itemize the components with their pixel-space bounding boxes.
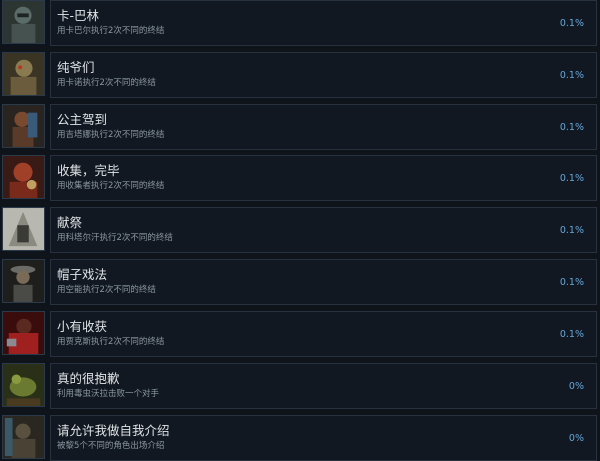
kabal-portrait-icon xyxy=(2,0,45,44)
achievement-panel: 小有收获 用贾克斯执行2次不同的终结 0.1% xyxy=(50,311,597,357)
kitana-portrait-icon xyxy=(2,104,45,148)
achievement-list: 卡-巴林 用卡巴尔执行2次不同的终结 0.1% 纯爷们 用卡诺执行2次不同的终结… xyxy=(0,0,600,461)
achievement-percent: 0% xyxy=(568,433,584,444)
achievement-title: 献祭 xyxy=(57,215,83,230)
achievement-title: 纯爷们 xyxy=(57,60,95,75)
achievement-title: 公主驾到 xyxy=(57,112,108,127)
achievement-percent: 0.1% xyxy=(559,329,584,340)
achievement-description: 用吉塔娜执行2次不同的终结 xyxy=(57,130,165,140)
achievement-panel: 公主驾到 用吉塔娜执行2次不同的终结 0.1% xyxy=(50,104,597,150)
achievement-percent: 0.1% xyxy=(559,277,584,288)
achievement-description: 被黎5个不同的角色出场介绍 xyxy=(57,441,165,451)
achievement-row-jax[interactable]: 小有收获 用贾克斯执行2次不同的终结 0.1% xyxy=(0,311,600,357)
achievement-row-kotal-kahn[interactable]: 献祭 用科塔尔汗执行2次不同的终结 0.1% xyxy=(0,207,600,253)
achievement-row-collector[interactable]: 收集，完毕 用收集者执行2次不同的终结 0.1% xyxy=(0,155,600,201)
achievement-title: 收集，完毕 xyxy=(57,163,120,178)
achievement-row-kano[interactable]: 纯爷们 用卡诺执行2次不同的终结 0.1% xyxy=(0,52,600,98)
achievement-title: 卡-巴林 xyxy=(57,8,100,23)
achievement-percent: 0.1% xyxy=(559,225,584,236)
achievement-description: 用收集者执行2次不同的终结 xyxy=(57,181,165,191)
jax-portrait-icon xyxy=(2,311,45,355)
bug-brutality-icon xyxy=(2,363,45,407)
achievement-panel: 纯爷们 用卡诺执行2次不同的终结 0.1% xyxy=(50,52,597,98)
achievement-panel: 帽子戏法 用空能执行2次不同的终结 0.1% xyxy=(50,259,597,305)
achievement-panel: 请允许我做自我介绍 被黎5个不同的角色出场介绍 0% xyxy=(50,415,597,461)
achievement-title: 请允许我做自我介绍 xyxy=(57,423,170,438)
achievement-row-intro[interactable]: 请允许我做自我介绍 被黎5个不同的角色出场介绍 0% xyxy=(0,415,600,461)
achievement-description: 用空能执行2次不同的终结 xyxy=(57,285,156,295)
achievement-percent: 0.1% xyxy=(559,173,584,184)
achievement-panel: 收集，完毕 用收集者执行2次不同的终结 0.1% xyxy=(50,155,597,201)
achievement-description: 用贾克斯执行2次不同的终结 xyxy=(57,337,165,347)
achievement-description: 用卡巴尔执行2次不同的终结 xyxy=(57,26,165,36)
achievement-panel: 真的很抱歉 利用毒虫沃拉击败一个对手 0% xyxy=(50,363,597,409)
achievement-percent: 0.1% xyxy=(559,122,584,133)
kotal-kahn-portrait-icon xyxy=(2,207,45,251)
intro-portrait-icon xyxy=(2,415,45,459)
achievement-title: 帽子戏法 xyxy=(57,267,108,282)
achievement-description: 用卡诺执行2次不同的终结 xyxy=(57,78,156,88)
achievement-row-kabal[interactable]: 卡-巴林 用卡巴尔执行2次不同的终结 0.1% xyxy=(0,0,600,46)
collector-portrait-icon xyxy=(2,155,45,199)
achievement-description: 利用毒虫沃拉击败一个对手 xyxy=(57,389,160,399)
achievement-percent: 0% xyxy=(568,381,584,392)
achievement-title: 小有收获 xyxy=(57,319,108,334)
achievement-row-bug[interactable]: 真的很抱歉 利用毒虫沃拉击败一个对手 0% xyxy=(0,363,600,409)
kung-lao-portrait-icon xyxy=(2,259,45,303)
achievement-panel: 献祭 用科塔尔汗执行2次不同的终结 0.1% xyxy=(50,207,597,253)
achievement-row-kung-lao[interactable]: 帽子戏法 用空能执行2次不同的终结 0.1% xyxy=(0,259,600,305)
kano-portrait-icon xyxy=(2,52,45,96)
achievement-panel: 卡-巴林 用卡巴尔执行2次不同的终结 0.1% xyxy=(50,0,597,46)
achievement-percent: 0.1% xyxy=(559,18,584,29)
achievement-row-kitana[interactable]: 公主驾到 用吉塔娜执行2次不同的终结 0.1% xyxy=(0,104,600,150)
achievement-title: 真的很抱歉 xyxy=(57,371,120,386)
achievement-description: 用科塔尔汗执行2次不同的终结 xyxy=(57,233,173,243)
achievement-percent: 0.1% xyxy=(559,70,584,81)
